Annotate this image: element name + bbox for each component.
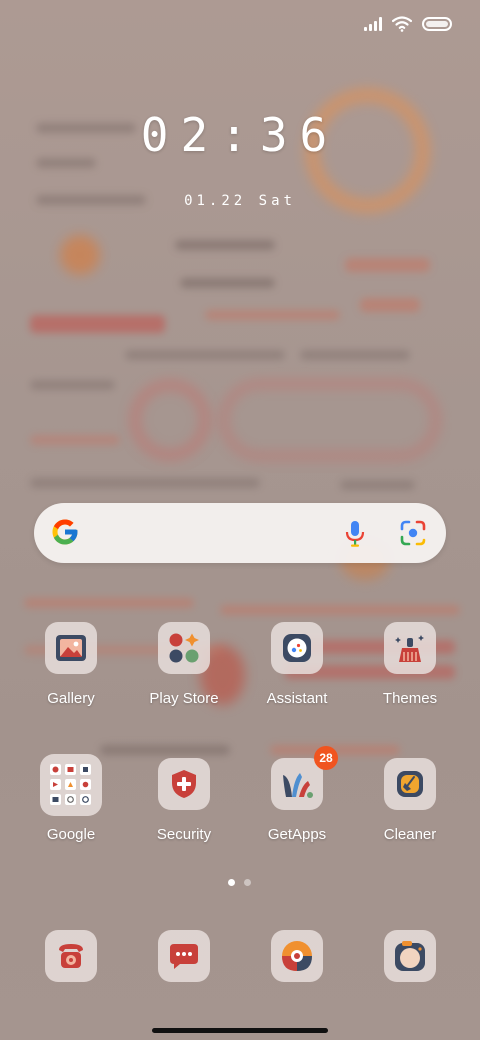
assistant-icon[interactable] bbox=[271, 622, 323, 674]
phone-icon[interactable] bbox=[45, 930, 97, 982]
app-label: Google bbox=[46, 826, 96, 843]
dock-browser[interactable] bbox=[242, 930, 352, 982]
dock-phone[interactable] bbox=[16, 930, 126, 982]
app-gallery[interactable]: Gallery bbox=[16, 622, 126, 707]
app-security[interactable]: Security bbox=[129, 758, 239, 843]
dock-camera[interactable] bbox=[355, 930, 465, 982]
camera-icon[interactable] bbox=[384, 930, 436, 982]
app-label: Play Store bbox=[149, 690, 219, 707]
app-label: Security bbox=[156, 826, 212, 843]
google-search-bar[interactable] bbox=[34, 503, 446, 563]
app-label: Assistant bbox=[266, 690, 328, 707]
app-label: Themes bbox=[382, 690, 438, 707]
app-themes[interactable]: Themes bbox=[355, 622, 465, 707]
gallery-icon[interactable] bbox=[45, 622, 97, 674]
app-label: GetApps bbox=[267, 826, 327, 843]
app-label: Gallery bbox=[47, 690, 95, 707]
messages-icon[interactable] bbox=[158, 930, 210, 982]
app-label: Cleaner bbox=[383, 826, 437, 843]
app-cleaner[interactable]: Cleaner bbox=[355, 758, 465, 843]
google-folder-icon[interactable] bbox=[40, 754, 102, 816]
page-indicator[interactable] bbox=[228, 879, 251, 886]
status-bar bbox=[364, 16, 452, 32]
play-store-icon[interactable] bbox=[158, 622, 210, 674]
mic-icon[interactable] bbox=[344, 520, 366, 548]
notification-badge: 28 bbox=[314, 746, 338, 770]
page-dot bbox=[244, 879, 251, 886]
clock-time[interactable]: 02:36 bbox=[0, 108, 480, 162]
signal-icon bbox=[364, 17, 382, 31]
lens-icon[interactable] bbox=[400, 520, 426, 546]
app-getapps[interactable]: 28 GetApps bbox=[242, 746, 352, 843]
app-assistant[interactable]: Assistant bbox=[242, 622, 352, 707]
themes-icon[interactable] bbox=[384, 622, 436, 674]
battery-icon bbox=[422, 17, 452, 31]
app-play-store[interactable]: Play Store bbox=[129, 622, 239, 707]
page-dot-active bbox=[228, 879, 235, 886]
security-icon[interactable] bbox=[158, 758, 210, 810]
cleaner-icon[interactable] bbox=[384, 758, 436, 810]
wifi-icon bbox=[392, 16, 412, 32]
gesture-home-bar[interactable] bbox=[152, 1028, 328, 1033]
getapps-icon[interactable]: 28 bbox=[271, 746, 338, 810]
google-icon bbox=[52, 519, 78, 545]
browser-icon[interactable] bbox=[271, 930, 323, 982]
dock-messages[interactable] bbox=[129, 930, 239, 982]
app-google-folder[interactable]: Google bbox=[16, 754, 126, 843]
clock-date[interactable]: 01.22 Sat bbox=[0, 193, 480, 209]
